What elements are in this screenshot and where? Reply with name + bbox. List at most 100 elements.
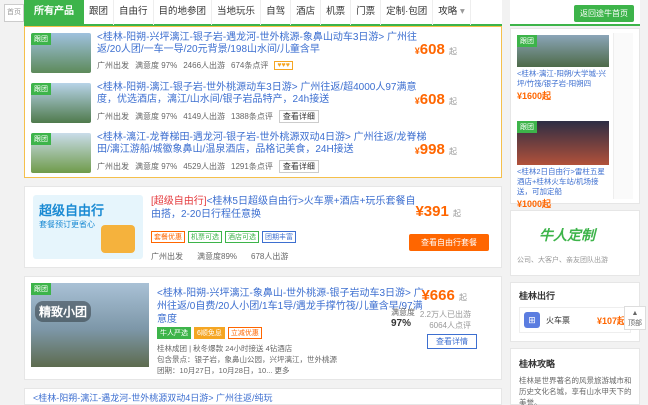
info-attractions: 包含景点：银子岩，象鼻山公园，兴坪漓江，世外桃源: [157, 355, 337, 364]
review-count: 6064人点评: [429, 321, 471, 330]
recommend-item[interactable]: 跟团 <桂林-漓江-阳朔/大学城-兴坪/竹筏/银子岩-阳朔四 ¥1600起: [517, 35, 609, 102]
package-title[interactable]: <桂林-阳朔-兴坪漓江-象鼻山-世外桃源-银子岩动车3日游> 广州往返/0自费/…: [157, 287, 427, 326]
package-title[interactable]: <桂林-阳朔-漓江-银子岩-世外桃源动车3日游> 广州往返/超4000人97满意…: [97, 82, 435, 106]
self-guided-meta: 广州出发 满意度89% 678人出游: [151, 251, 288, 262]
detail-button[interactable]: 查看详细: [278, 110, 319, 123]
next-package-title[interactable]: <桂林-阳朔-漓江-遇龙河-世外桃源双动4日游> 广州往返/纯玩: [24, 388, 502, 405]
travel-box-title: 桂林出行: [519, 291, 556, 301]
nav-all-products[interactable]: 所有产品: [24, 0, 84, 25]
package-card[interactable]: 跟团 精致小团 <桂林-阳朔-兴坪漓江-象鼻山-世外桃源-银子岩动车3日游> 广…: [24, 276, 502, 380]
travel-guide-box: 桂林攻略 桂林是世界著名的风景旅游城市和历史文化名城，享有山水甲天下的美誉。: [510, 348, 640, 405]
back-home-button[interactable]: 返回途牛首页: [574, 5, 634, 22]
package-row[interactable]: 跟团 <桂林-阳朔-漓江-银子岩-世外桃源动车3日游> 广州往返/超4000人9…: [25, 79, 501, 127]
package-price: ¥608 起: [414, 41, 457, 58]
custom-tour-sub: 公司、大客户、亲友团队出游: [517, 257, 608, 264]
package-thumbnail[interactable]: 跟团: [31, 33, 91, 73]
recommend-thumbnail[interactable]: 跟团: [517, 121, 609, 165]
package-row[interactable]: 跟团 <桂林-阳朔-兴坪漓江-银子岩-遇龙河-世外桃源-象鼻山动车3日游> 广州…: [25, 29, 501, 77]
origin-text: 广州出发: [97, 61, 129, 70]
sidebar-scrollbar[interactable]: [613, 33, 633, 199]
detail-button[interactable]: 查看详细: [278, 160, 319, 173]
train-icon: ⊞: [524, 312, 540, 328]
package-price: ¥666 起: [421, 287, 467, 304]
satisfaction-text: 满意度 97%: [135, 61, 178, 70]
nav-item-self-guided[interactable]: 自由行: [114, 0, 154, 25]
recommend-title[interactable]: <桂林2日自由行>雷柱五星酒店+桂林火车站/机场接送，可加定船: [517, 167, 609, 197]
recommend-price: ¥1000起: [517, 199, 552, 209]
suitcase-icon: [101, 225, 135, 253]
recommend-thumbnail[interactable]: 跟团: [517, 35, 609, 67]
reviews-link[interactable]: 1291条点评: [231, 161, 273, 172]
origin-text: 广州出发: [97, 112, 129, 121]
tag-dates: 团期丰富: [262, 231, 296, 243]
package-meta: 广州出发 满意度 97% 4149人出游 1388条点评 查看详细: [97, 110, 435, 123]
recommend-title[interactable]: <桂林-漓江-阳朔/大学城-兴坪/竹筏/银子岩-阳朔四: [517, 69, 609, 89]
package-row[interactable]: 跟团 <桂林-漓江-龙脊梯田-遇龙河-银子岩-世外桃源双动4日游> 广州往返/龙…: [25, 129, 501, 177]
recommend-sidebar: 跟团 <桂林-漓江-阳朔/大学城-兴坪/竹筏/银子岩-阳朔四 ¥1600起 跟团…: [510, 28, 640, 209]
travel-box: 桂林出行 ⊞ 火车票 ¥107起: [510, 282, 640, 342]
self-guided-card[interactable]: 超级自由行 套餐预订更省心 [超级自由行]<桂林5日超级自由行>火车票+酒店+玩…: [24, 186, 502, 268]
package-info: 桂林成团 | 秋冬爆款 24小时接送 4钻酒店 包含景点：银子岩，象鼻山公园，兴…: [157, 343, 407, 376]
price-value: 666: [429, 287, 455, 304]
view-self-guided-button[interactable]: 查看自由行套餐: [409, 234, 489, 251]
side-home-tag[interactable]: 首页: [4, 4, 24, 22]
satisfaction-text: 满意度89%: [197, 252, 238, 261]
back-to-top-label: 顶部: [628, 320, 642, 327]
signups-text: 2466人出游: [183, 61, 226, 70]
tag-hotel: 酒店可选: [225, 231, 259, 243]
info-dates[interactable]: 团期：10月27日，10月28日，10... 更多: [157, 365, 407, 376]
recommend-item[interactable]: 跟团 <桂林2日自由行>雷柱五星酒店+桂林火车站/机场接送，可加定船 ¥1000…: [517, 121, 609, 210]
nav-item-flight[interactable]: 机票: [321, 0, 352, 25]
satisfaction-label: 满意度: [391, 308, 415, 317]
nav-item-destination-group[interactable]: 目的地参团: [154, 0, 213, 25]
self-guided-logo-title: 超级自由行: [39, 203, 105, 218]
signups-text: 4149人出游: [183, 112, 226, 121]
group-tour-tag: 跟团: [517, 121, 537, 133]
back-to-top-button[interactable]: ▲ 顶部: [624, 306, 646, 330]
nav-item-self-drive[interactable]: 自驾: [261, 0, 292, 25]
guide-title: 桂林攻略: [519, 359, 556, 369]
nav-item-tickets[interactable]: 门票: [351, 0, 382, 25]
package-title[interactable]: <桂林-漓江-龙脊梯田-遇龙河-银子岩-世外桃源双动4日游> 广州往返/龙脊梯田…: [97, 132, 435, 156]
sold-count: 2.2万人已出游: [419, 310, 471, 319]
price-value: 608: [419, 41, 445, 58]
package-title[interactable]: <桂林-阳朔-兴坪漓江-银子岩-遇龙河-世外桃源-象鼻山动车3日游> 广州往返/…: [97, 32, 435, 56]
package-thumbnail[interactable]: 跟团 精致小团: [31, 283, 149, 367]
reviews-link[interactable]: 674条点评: [231, 60, 268, 71]
reviews-link[interactable]: 1388条点评: [231, 111, 273, 122]
badge-selected: 牛人严选: [157, 327, 191, 339]
origin-text: 广州出发: [97, 162, 129, 171]
train-ticket-entry[interactable]: ⊞ 火车票 ¥107起: [519, 307, 631, 333]
group-tour-tag: 跟团: [517, 35, 537, 47]
satisfaction-value: 97%: [391, 318, 412, 329]
nav-item-custom[interactable]: 定制·包团: [381, 0, 434, 25]
package-meta: 广州出发 满意度 97% 2466人出游 674条点评 ♥♥♥: [97, 60, 435, 71]
price-suffix: 起: [449, 97, 457, 106]
nav-item-local-fun[interactable]: 当地玩乐: [212, 0, 262, 25]
package-price: ¥608 起: [414, 91, 457, 108]
package-price: ¥998 起: [414, 141, 457, 158]
self-guided-prefix: [超级自由行]: [151, 196, 207, 207]
chevron-up-icon: ▲: [631, 310, 639, 317]
price-value: 998: [419, 141, 445, 158]
nav-item-hotel[interactable]: 酒店: [291, 0, 322, 25]
nav-item-group-tour[interactable]: 跟团: [84, 0, 115, 25]
signups-text: 4529人出游: [183, 162, 226, 171]
custom-tour-banner[interactable]: 牛人定制 公司、大客户、亲友团队出游: [510, 210, 640, 276]
self-guided-logo-sub: 套餐预订更省心: [39, 220, 95, 229]
origin-text: 广州出发: [151, 252, 183, 261]
self-guided-title[interactable]: [超级自由行]<桂林5日超级自由行>火车票+酒店+玩乐套餐自由搭，2-20日行程…: [151, 195, 421, 221]
package-thumbnail[interactable]: 跟团: [31, 83, 91, 123]
badge-installment: 6顺免息: [194, 327, 225, 339]
package-thumbnail[interactable]: 跟团: [31, 133, 91, 173]
info-line: 桂林成团 | 秋冬爆款 24小时接送 4钻酒店: [157, 344, 293, 353]
self-guided-tags: 套餐优惠 机票可选 酒店可选 团期丰富: [151, 231, 296, 243]
sidebar-header: 返回途牛首页: [510, 0, 640, 26]
price-suffix: 起: [459, 293, 467, 302]
train-label: 火车票: [546, 316, 570, 325]
nav-item-guides[interactable]: 攻略: [433, 0, 471, 25]
group-tour-tag: 跟团: [31, 33, 51, 45]
tag-discount: 套餐优惠: [151, 231, 185, 243]
recommend-price: ¥1600起: [517, 91, 552, 101]
view-details-button[interactable]: 查看详情: [427, 334, 477, 349]
